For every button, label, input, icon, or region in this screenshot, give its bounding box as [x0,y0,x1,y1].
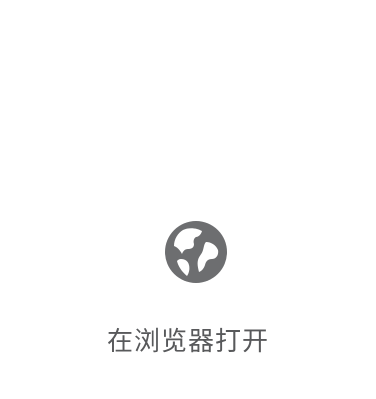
page-background: 在浏览器打开 [0,0,376,399]
open-in-browser-button[interactable]: 在浏览器打开 [88,212,288,372]
open-in-browser-label: 在浏览器打开 [106,327,269,357]
globe-icon [163,219,229,285]
